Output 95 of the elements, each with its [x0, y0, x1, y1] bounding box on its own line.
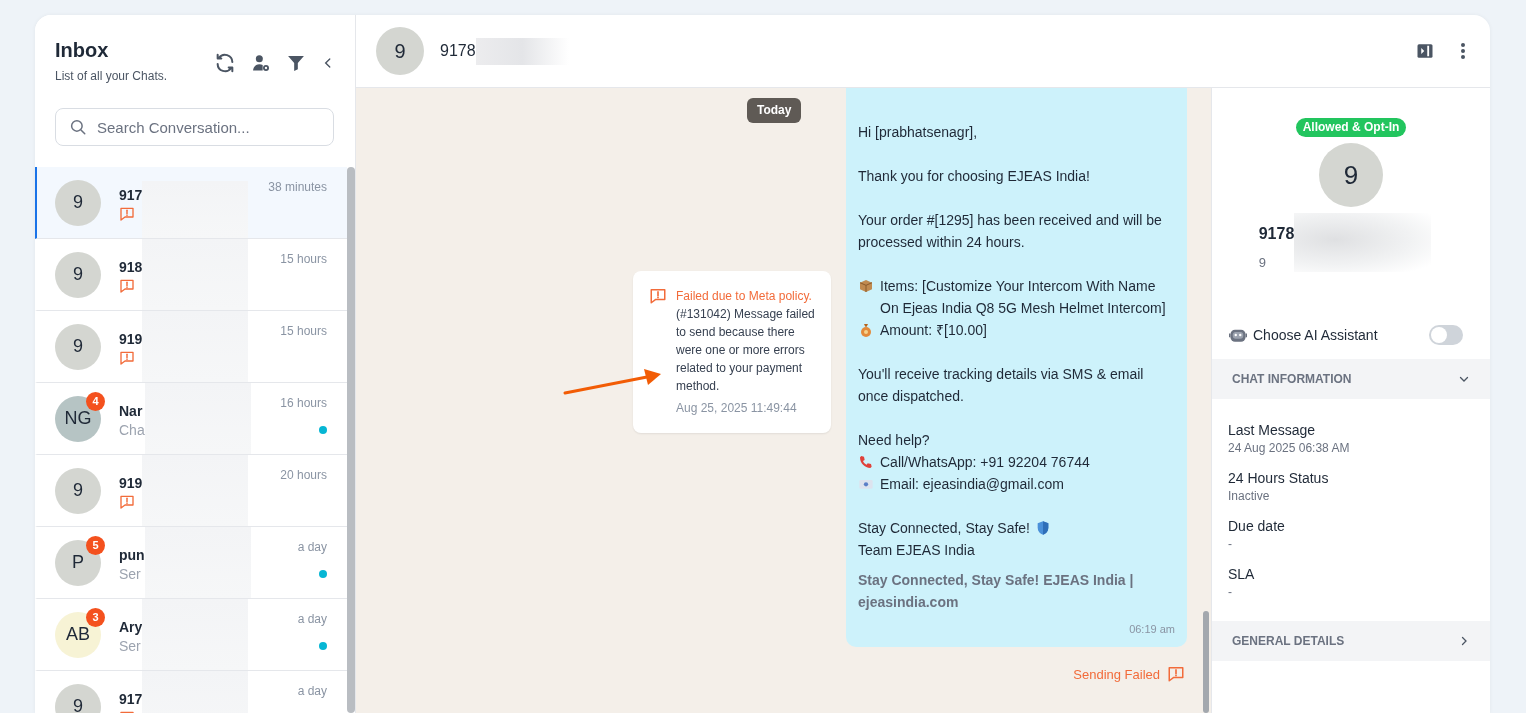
- unread-count-badge: 5: [86, 535, 105, 555]
- message-line: Your order #[1295] has been received and will be processed within 24 hours.: [858, 211, 1163, 252]
- avatar: 9: [376, 27, 424, 75]
- message-line: Call/WhatsApp: +91 92204 76744: [880, 453, 1090, 472]
- chat-list-item[interactable]: 9 919 20 hours: [35, 455, 347, 527]
- more-options-icon[interactable]: [1460, 42, 1466, 60]
- contact-name: 917: [119, 186, 143, 205]
- date-chip: Today: [747, 98, 802, 123]
- money-bag-icon: [858, 322, 874, 338]
- section-header[interactable]: CHAT INFORMATION: [1212, 359, 1490, 399]
- error-time: Aug 25, 2025 11:49:44: [676, 400, 798, 417]
- message-alert-icon: [119, 350, 135, 366]
- filter-icon[interactable]: [286, 53, 306, 73]
- chat-list-item[interactable]: NG 4 Nar Cha 16 hours: [35, 383, 347, 455]
- avatar: 9: [55, 467, 101, 514]
- message-line: Stay Connected, Stay Safe!: [858, 519, 1030, 538]
- contact-name: Nar: [119, 402, 143, 421]
- message-time: 06:19 am: [1128, 622, 1175, 637]
- unread-count-badge: 4: [86, 391, 105, 411]
- message-alert-icon: [1167, 665, 1185, 683]
- package-icon: [858, 278, 874, 294]
- contact-name: 919: [119, 474, 143, 493]
- delivery-status: Sending Failed: [1073, 666, 1160, 682]
- search-icon: [69, 118, 87, 136]
- contact-name: 917: [119, 690, 143, 709]
- message-preview: Ser: [119, 565, 141, 583]
- message-alert-icon: [119, 494, 135, 510]
- avatar: 9: [1319, 143, 1383, 207]
- chat-time: 20 hours: [280, 467, 327, 483]
- field-label: SLA: [1228, 565, 1256, 584]
- error-message: (#131042) Message failed to send because there were one or more errors related to your payment method.: [676, 306, 816, 395]
- inbox-subtitle: List of all your Chats.: [55, 68, 168, 84]
- contact-name: 918: [119, 258, 143, 277]
- refresh-icon[interactable]: [214, 52, 236, 74]
- contact-name: pun: [119, 546, 145, 565]
- message-preview: Ser: [119, 637, 141, 655]
- chat-time: a day: [297, 611, 327, 627]
- robot-icon: [1229, 327, 1247, 343]
- message-line: Amount: ₹[10.00]: [880, 321, 987, 340]
- ai-assistant-label: Choose AI Assistant: [1253, 327, 1379, 343]
- consent-badge: Allowed & Opt-In: [1295, 118, 1407, 137]
- contact-name: 9178: [1258, 224, 1295, 244]
- message-footer: Stay Connected, Stay Safe! EJEAS India | ejeasindia.com: [858, 569, 1175, 613]
- panel-toggle-icon[interactable]: [1416, 42, 1434, 60]
- field-value: Inactive: [1228, 488, 1271, 504]
- chat-list-item[interactable]: 9 918 15 hours: [35, 239, 347, 311]
- contact-name: 919: [119, 330, 143, 349]
- chat-time: 38 minutes: [268, 179, 327, 195]
- scrollbar-thumb[interactable]: [1203, 611, 1209, 713]
- section-header[interactable]: GENERAL DETAILS: [1212, 621, 1490, 661]
- search-field[interactable]: Search Conversation...: [55, 108, 334, 146]
- field-label: Due date: [1228, 517, 1286, 536]
- message-alert-icon: [649, 287, 667, 305]
- field-value: 24 Aug 2025 06:38 AM: [1228, 440, 1351, 456]
- message-line: Hi [prabhatsenagr],: [858, 123, 978, 142]
- chat-time: 15 hours: [280, 251, 327, 267]
- message-line: Need help?: [858, 431, 930, 450]
- section-title: CHAT INFORMATION: [1232, 372, 1352, 386]
- field-value: -: [1228, 584, 1233, 600]
- message-line: Items: [Customize Your Intercom With Name On Ejeas India Q8 5G Mesh Helmet Intercom]: [880, 277, 1167, 318]
- avatar: 9: [55, 323, 101, 370]
- chat-list-item[interactable]: 9 917 a day: [35, 671, 347, 713]
- contact-name: Ary: [119, 618, 143, 637]
- scrollbar-thumb[interactable]: [347, 167, 355, 713]
- avatar: 9: [55, 251, 101, 298]
- chat-time: a day: [297, 539, 327, 555]
- chat-time: a day: [297, 683, 327, 699]
- field-label: 24 Hours Status: [1228, 469, 1330, 488]
- inbox-title: Inbox: [55, 38, 110, 63]
- toggle-switch[interactable]: [1429, 325, 1463, 345]
- avatar: 9: [55, 179, 101, 226]
- shield-icon: [1036, 520, 1050, 536]
- message-alert-icon: [119, 206, 135, 222]
- chat-list-item[interactable]: 9 919 15 hours: [35, 311, 347, 383]
- message-line: Email: ejeasindia@gmail.com: [880, 475, 1064, 494]
- message-line: Thank you for choosing EJEAS India!: [858, 167, 1090, 186]
- error-title: Failed due to Meta policy.: [676, 288, 813, 305]
- message-preview: Cha: [119, 421, 145, 439]
- contact-phone: 9: [1258, 254, 1267, 272]
- message-line: Team EJEAS India: [858, 541, 975, 560]
- unread-count-badge: 3: [86, 607, 105, 627]
- chat-list-item[interactable]: P 5 pun Ser a day: [35, 527, 347, 599]
- message-alert-icon: [119, 278, 135, 294]
- chat-list-item[interactable]: 9 917 38 minutes: [35, 167, 347, 239]
- avatar: 9: [55, 683, 101, 713]
- contact-name: 9178: [440, 42, 476, 60]
- message-line: You'll receive tracking details via SMS & email once dispatched.: [858, 365, 1145, 406]
- user-gear-icon[interactable]: [251, 53, 271, 73]
- chat-time: 15 hours: [280, 323, 327, 339]
- chat-time: 16 hours: [280, 395, 327, 411]
- phone-icon: [858, 454, 874, 470]
- chat-list-item[interactable]: AB 3 Ary Ser a day: [35, 599, 347, 671]
- field-value: -: [1228, 536, 1233, 552]
- section-title: GENERAL DETAILS: [1232, 634, 1345, 648]
- field-label: Last Message: [1228, 421, 1317, 440]
